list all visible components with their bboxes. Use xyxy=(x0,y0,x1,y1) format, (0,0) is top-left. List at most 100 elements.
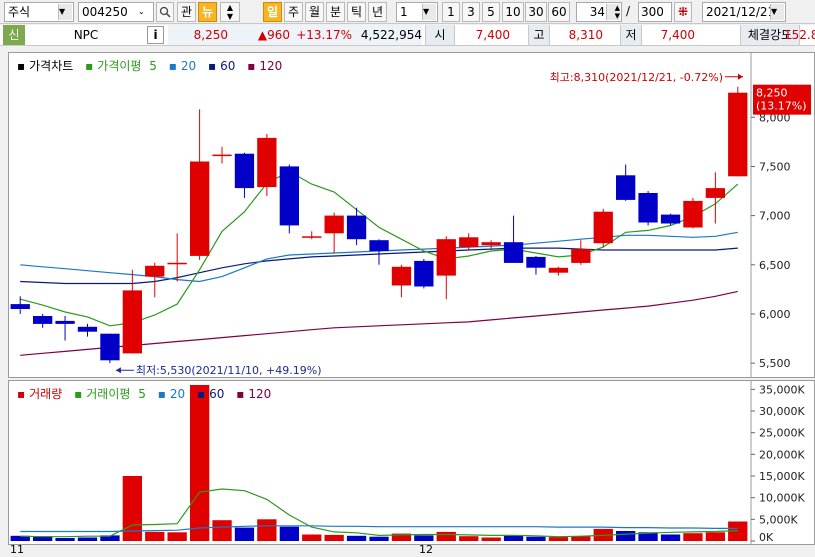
search-button[interactable] xyxy=(156,2,174,22)
volume-tick-label: 5,000K xyxy=(759,513,798,526)
volume-tick-label: 25,000K xyxy=(759,427,805,440)
volume-bar xyxy=(302,534,322,541)
current-price-tag-value: 8,250 xyxy=(756,87,788,100)
chevron-down-icon: ▼ xyxy=(422,4,436,20)
view-count-input[interactable]: 34 ▲ ▼ xyxy=(576,2,622,22)
volume-chart-canvas: 35,000K 30,000K 25,000K 20,000K 15,000K 10,00… xyxy=(10,381,805,544)
arrow-right-icon xyxy=(738,73,743,80)
volume-bar xyxy=(660,534,681,541)
volume-tick-label: 35,000K xyxy=(759,383,805,396)
high-label: 고 xyxy=(528,25,550,45)
volume-bar xyxy=(369,536,389,541)
high-price: 8,310 xyxy=(568,28,603,42)
volume-bar xyxy=(77,537,98,541)
quote-bar: 신 NPC i 8,250 ▲960 +13.17% 4,522,954 시 7… xyxy=(0,25,815,46)
price-change: ▲960 xyxy=(257,28,290,42)
candle-body xyxy=(167,262,187,265)
interval-btn-60[interactable]: 60 xyxy=(548,2,570,22)
price-tick-label: 7,500 xyxy=(759,160,791,173)
price-chart-pane[interactable]: 8,000 7,500 7,000 6,500 6,000 5,500 최고:8,310(2… xyxy=(8,52,815,378)
volume-bar xyxy=(212,520,232,541)
candle-body xyxy=(257,137,277,188)
candle-body xyxy=(436,239,456,276)
legend-marker: ▪ xyxy=(85,59,94,73)
high-annotation: 최고:8,310(2021/12/21, -0.72%) xyxy=(550,71,723,84)
volume-chart-pane[interactable]: 35,000K 30,000K 25,000K 20,000K 15,000K 10,00… xyxy=(8,380,815,545)
volume-bar xyxy=(55,538,75,541)
volume-bar xyxy=(234,527,255,541)
info-button[interactable]: i xyxy=(147,26,164,44)
chart-toolbar: 주식 ▼ 004250 ⌄ 관 뉴 ▲ ▼ 일 주 월 분 틱 년 1 ▼ 1 3… xyxy=(0,0,815,24)
current-price: 8,250 xyxy=(193,28,228,42)
legend-vma20-label: 20 xyxy=(169,387,186,401)
x-label-dec: 12 xyxy=(419,543,433,556)
zoom-button[interactable]: ⁜ xyxy=(674,2,692,22)
news-button[interactable]: 뉴 xyxy=(198,2,217,22)
low-label: 저 xyxy=(620,25,642,45)
candle-body xyxy=(10,304,30,309)
volume-tick-label: 0K xyxy=(759,531,774,544)
price-tick-label: 5,500 xyxy=(759,357,791,370)
interval-select[interactable]: 1 ▼ xyxy=(396,2,438,22)
candle-body xyxy=(728,92,748,177)
candle-body xyxy=(548,267,569,273)
legend-marker: ▪ xyxy=(17,59,26,73)
change-percent: +13.17% xyxy=(296,28,352,42)
interval-btn-5[interactable]: 5 xyxy=(482,2,500,22)
legend-vma5: 5 xyxy=(138,387,146,401)
view-count-value: 34 xyxy=(589,5,605,19)
total-count-input[interactable]: 300 xyxy=(638,2,672,22)
volume-bar xyxy=(257,519,277,541)
legend-price-chart: ▪ 가격차트 xyxy=(17,59,77,73)
volume-bar xyxy=(436,531,456,541)
legend-ma60-label: 60 xyxy=(220,59,236,73)
tab-weekly[interactable]: 주 xyxy=(284,2,303,22)
volume-bar xyxy=(167,532,187,541)
up-down-spinner[interactable]: ▲ ▼ xyxy=(220,2,240,22)
tab-tick[interactable]: 틱 xyxy=(347,2,366,22)
candle-body xyxy=(705,188,725,198)
low-annotation: 최저:5,530(2021/11/10, +49.19%) xyxy=(136,364,322,377)
strength-value: 152.8 xyxy=(784,28,815,42)
tab-monthly[interactable]: 월 xyxy=(305,2,324,22)
tab-daily[interactable]: 일 xyxy=(263,2,282,22)
arrow-left-icon xyxy=(115,367,121,374)
candle-body xyxy=(414,260,434,287)
market-type-select[interactable]: 주식 ▼ xyxy=(4,2,74,22)
candle-body xyxy=(324,215,344,234)
volume-tick-label: 30,000K xyxy=(759,405,805,418)
price-legend: ▪ 가격차트 ▪ 가격이평 5 ▪ 20 ▪ 60 ▪ 120 xyxy=(17,57,290,74)
volume-tick-label: 15,000K xyxy=(759,470,805,483)
interval-btn-10[interactable]: 10 xyxy=(502,2,524,22)
date-picker[interactable]: 2021/12/21 ▼ xyxy=(702,2,786,22)
legend-ma60: ▪ 60 xyxy=(208,59,239,73)
zoom-icon: ⁜ xyxy=(677,5,689,19)
volume-tick-label: 10,000K xyxy=(759,492,805,505)
volume-bar xyxy=(324,534,344,541)
volume-bar xyxy=(526,536,546,541)
stock-code-value: 004250 xyxy=(82,5,128,19)
stock-name: NPC xyxy=(73,28,99,42)
total-count-value: 300 xyxy=(641,5,664,19)
candle-body xyxy=(190,161,210,256)
tab-yearly[interactable]: 년 xyxy=(368,2,387,22)
interval-btn-3[interactable]: 3 xyxy=(462,2,480,22)
stock-code-input[interactable]: 004250 ⌄ xyxy=(78,2,154,22)
price-chart-canvas: 8,0007,5007,0006,5006,0005,500최고:8,310(2… xyxy=(10,53,811,377)
legend-vma60: ▪ 60 xyxy=(197,387,228,401)
watchlist-button[interactable]: 관 xyxy=(177,2,196,22)
candle-body xyxy=(369,240,389,251)
candle-body xyxy=(503,242,524,263)
spin-up-icon: ▲ xyxy=(226,3,234,12)
candle-body xyxy=(526,256,546,268)
interval-btn-1[interactable]: 1 xyxy=(442,2,460,22)
volume-bar xyxy=(503,535,524,541)
legend-marker: ▪ xyxy=(196,387,206,401)
legend-marker: ▪ xyxy=(208,59,217,73)
interval-btn-30[interactable]: 30 xyxy=(525,2,547,22)
open-label: 시 xyxy=(425,25,455,45)
legend-vma20: ▪ 20 xyxy=(158,387,189,401)
tab-minute[interactable]: 분 xyxy=(326,2,345,22)
candle-body xyxy=(481,242,501,246)
candle-body xyxy=(593,211,613,244)
